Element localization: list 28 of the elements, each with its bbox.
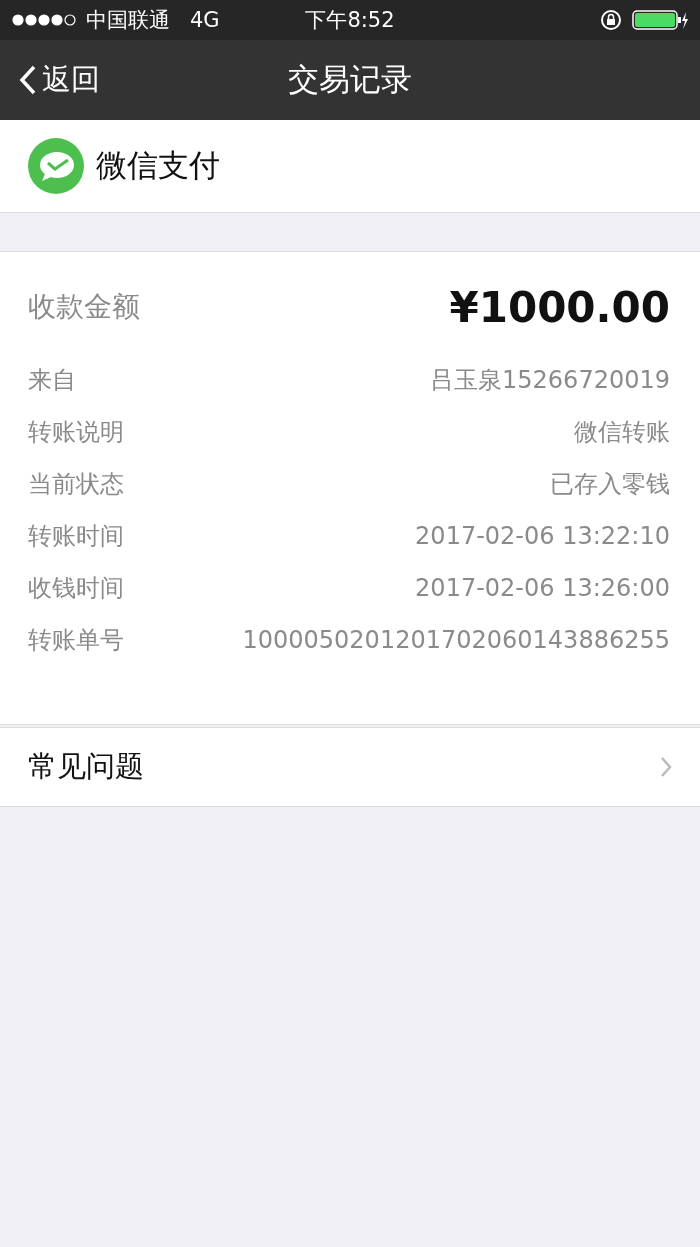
- detail-label: 转账时间: [28, 521, 124, 552]
- clock-time: 下午8:52: [305, 7, 395, 34]
- network-type: 4G: [190, 8, 220, 32]
- carrier-name: 中国联通: [86, 7, 170, 34]
- detail-label: 转账单号: [28, 625, 124, 656]
- amount-label: 收款金额: [28, 289, 140, 325]
- signal-icon: [12, 14, 78, 26]
- detail-value: 微信转账: [574, 417, 670, 448]
- detail-label: 收钱时间: [28, 573, 124, 604]
- battery-icon: [632, 9, 688, 31]
- faq-label: 常见问题: [28, 748, 144, 785]
- detail-value: 2017-02-06 13:22:10: [415, 522, 670, 550]
- detail-value: 已存入零钱: [550, 469, 670, 500]
- merchant-name: 微信支付: [96, 146, 220, 185]
- back-button[interactable]: 返回: [0, 59, 106, 101]
- detail-label: 转账说明: [28, 417, 124, 448]
- chat-check-icon: [28, 138, 84, 194]
- detail-value: 吕玉泉15266720019: [430, 365, 670, 396]
- amount-value: ¥1000.00: [449, 282, 670, 332]
- detail-value: 2017-02-06 13:26:00: [415, 574, 670, 602]
- faq-row[interactable]: 常见问题: [0, 727, 700, 807]
- detail-label: 来自: [28, 365, 76, 396]
- detail-value: 1000050201201702060143886255: [242, 626, 670, 654]
- rotation-lock-icon: [600, 9, 622, 31]
- page-title: 交易记录: [288, 60, 412, 99]
- detail-label: 当前状态: [28, 469, 124, 500]
- chevron-left-icon: [18, 64, 38, 96]
- chevron-right-icon: [660, 756, 672, 778]
